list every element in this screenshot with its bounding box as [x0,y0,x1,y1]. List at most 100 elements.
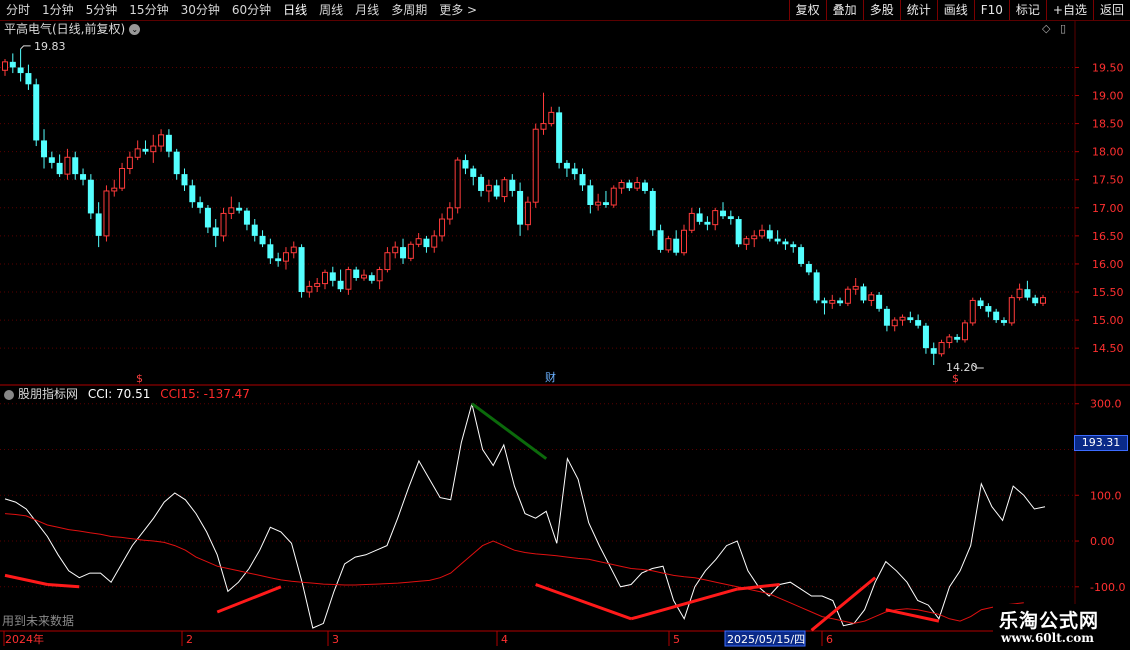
candle [1016,283,1023,301]
price-tick-label: 15.00 [1092,314,1124,327]
candle [844,286,851,307]
candle-body [883,308,890,326]
diamond-icon[interactable]: ◇ [1042,22,1050,35]
candle [720,202,727,220]
candle-body [462,160,469,169]
candle [634,176,641,191]
candle-body [407,243,414,259]
chart-canvas[interactable]: 19.50 19.00 18.50 18.00 17.50 17.00 16.50 16.00… [0,0,1130,650]
candle-body [946,336,953,344]
candle [204,205,211,234]
candle [602,190,609,208]
candle [478,174,485,197]
candle-body [540,123,547,130]
indicator-settings-icon[interactable] [4,389,14,400]
candle-body [712,210,719,226]
candle-body [33,84,40,141]
candle-body [267,244,274,259]
candle-body [220,212,227,237]
candle [1008,294,1015,326]
candle [17,48,24,82]
candle [665,235,672,253]
candle [751,230,758,248]
red-signal-line [630,587,738,621]
candle [119,162,126,191]
candle-body [415,238,422,245]
candle-body [673,238,680,253]
candle-body [790,244,797,248]
candle [95,202,102,248]
candle-body [282,252,289,262]
indicator-title[interactable]: 股朋指标网 CCI: 70.51 CCI15: -137.47 [4,387,250,401]
candle [852,277,859,295]
candle-body [969,299,976,324]
candle [72,151,79,180]
candle [985,303,992,318]
candle [969,297,976,326]
candle-body [181,174,188,186]
candle [532,123,539,208]
candle [197,196,204,214]
chart-title[interactable]: 平高电气(日线,前复权) ⌄ [4,22,141,36]
candle [314,277,321,293]
candle-body [899,316,906,321]
candle [837,297,844,307]
candle-body [119,168,126,189]
candle [439,213,446,242]
candle-body [696,213,703,222]
candle-body [337,280,344,290]
candle-body [259,235,266,245]
candle-body [813,272,820,301]
candle [134,140,141,161]
candle-body [204,207,211,228]
candle-body [844,288,851,304]
red-signal-line [885,608,940,623]
panel-toggle-icon[interactable]: ▯ [1060,22,1066,35]
candle-body [329,272,336,281]
candle-body [891,319,898,327]
finance-marker[interactable]: 财 [545,370,556,384]
ex-rights-marker-2[interactable]: $ [952,372,959,385]
candle [142,140,149,155]
candle [2,59,8,76]
price-tick-label: 17.00 [1092,202,1124,215]
candle [259,230,266,248]
grid-layer [0,20,1130,632]
candle [579,168,586,191]
candle-body [41,140,48,158]
candle [626,179,633,191]
candle [361,269,368,281]
candle-body [852,285,859,290]
candle-body [915,320,922,326]
candle [400,238,407,264]
candle [743,235,750,250]
candle-body [649,190,656,231]
cci15-line [4,513,1024,624]
candle-body [657,230,664,250]
candle [727,210,734,225]
candle [517,182,524,236]
candle [243,207,250,231]
price-tick-label: 16.00 [1092,258,1124,271]
candle-body [251,224,258,236]
candle [548,106,555,127]
indicator-tick-label: 300.0 [1090,398,1122,411]
candle-body [798,247,805,264]
candle [907,311,914,323]
candle-body [595,201,602,206]
ex-rights-marker-1[interactable]: $ [136,372,143,385]
candle-body [727,216,734,220]
chevron-down-icon[interactable]: ⌄ [129,24,141,35]
price-tick-label: 17.50 [1092,174,1124,187]
date-label: 3 [332,633,339,646]
date-label: 6 [826,633,833,646]
candle-body [48,157,55,163]
candle-body [87,179,94,214]
candle-body [1008,297,1015,324]
candle-body [454,159,461,209]
candle-body [985,306,992,312]
cci-line [4,403,1046,629]
cci-value: CCI: 70.51 [87,387,151,401]
candle-body [400,247,407,259]
candle [290,241,297,259]
